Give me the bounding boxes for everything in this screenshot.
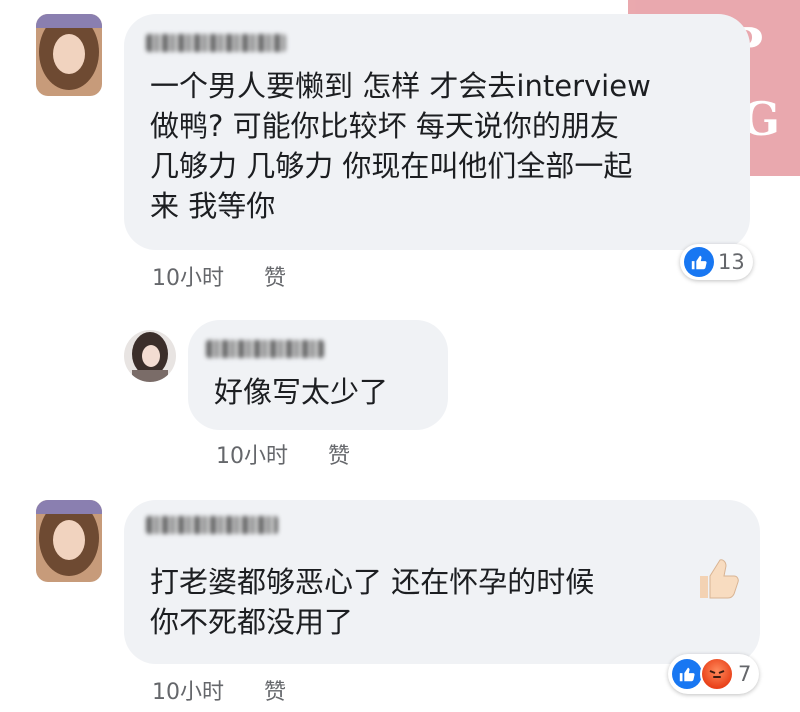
comment-meta: 10小时 赞 (152, 260, 286, 292)
avatar-photo (36, 14, 102, 96)
like-button[interactable]: 赞 (328, 438, 350, 470)
commenter-name[interactable] (146, 516, 278, 534)
avatar-photo (36, 500, 102, 582)
comment-time[interactable]: 10小时 (216, 438, 288, 470)
comment-text: 好像写太少了 (214, 375, 389, 409)
comment-meta: 10小时 赞 (216, 438, 350, 470)
comment-time[interactable]: 10小时 (152, 260, 224, 292)
like-button[interactable]: 赞 (264, 260, 286, 292)
reaction-count: 7 (738, 662, 752, 686)
reaction-summary[interactable]: 13 (680, 244, 753, 280)
like-button[interactable]: 赞 (264, 674, 286, 706)
comment-text: 打老婆都够恶心了 还在怀孕的时候 你不死都没用了 (150, 565, 595, 639)
comment-meta: 10小时 赞 (152, 674, 286, 706)
avatar[interactable] (36, 14, 102, 96)
thumbs-up-icon (700, 559, 739, 599)
like-reaction-icon (684, 247, 714, 277)
comment-time[interactable]: 10小时 (152, 674, 224, 706)
commenter-name[interactable] (206, 340, 324, 358)
avatar[interactable] (124, 330, 176, 382)
like-reaction-icon (672, 659, 702, 689)
commenter-name[interactable] (146, 34, 286, 52)
reaction-summary[interactable]: 7 (668, 654, 760, 694)
avatar-photo (124, 330, 176, 382)
avatar[interactable] (36, 500, 102, 582)
angry-reaction-icon (700, 657, 734, 691)
comment-text: 一个男人要懒到 怎样 才会去interview 做鸭? 可能你比较坏 每天说你的… (150, 69, 651, 223)
reaction-count: 13 (718, 250, 745, 274)
